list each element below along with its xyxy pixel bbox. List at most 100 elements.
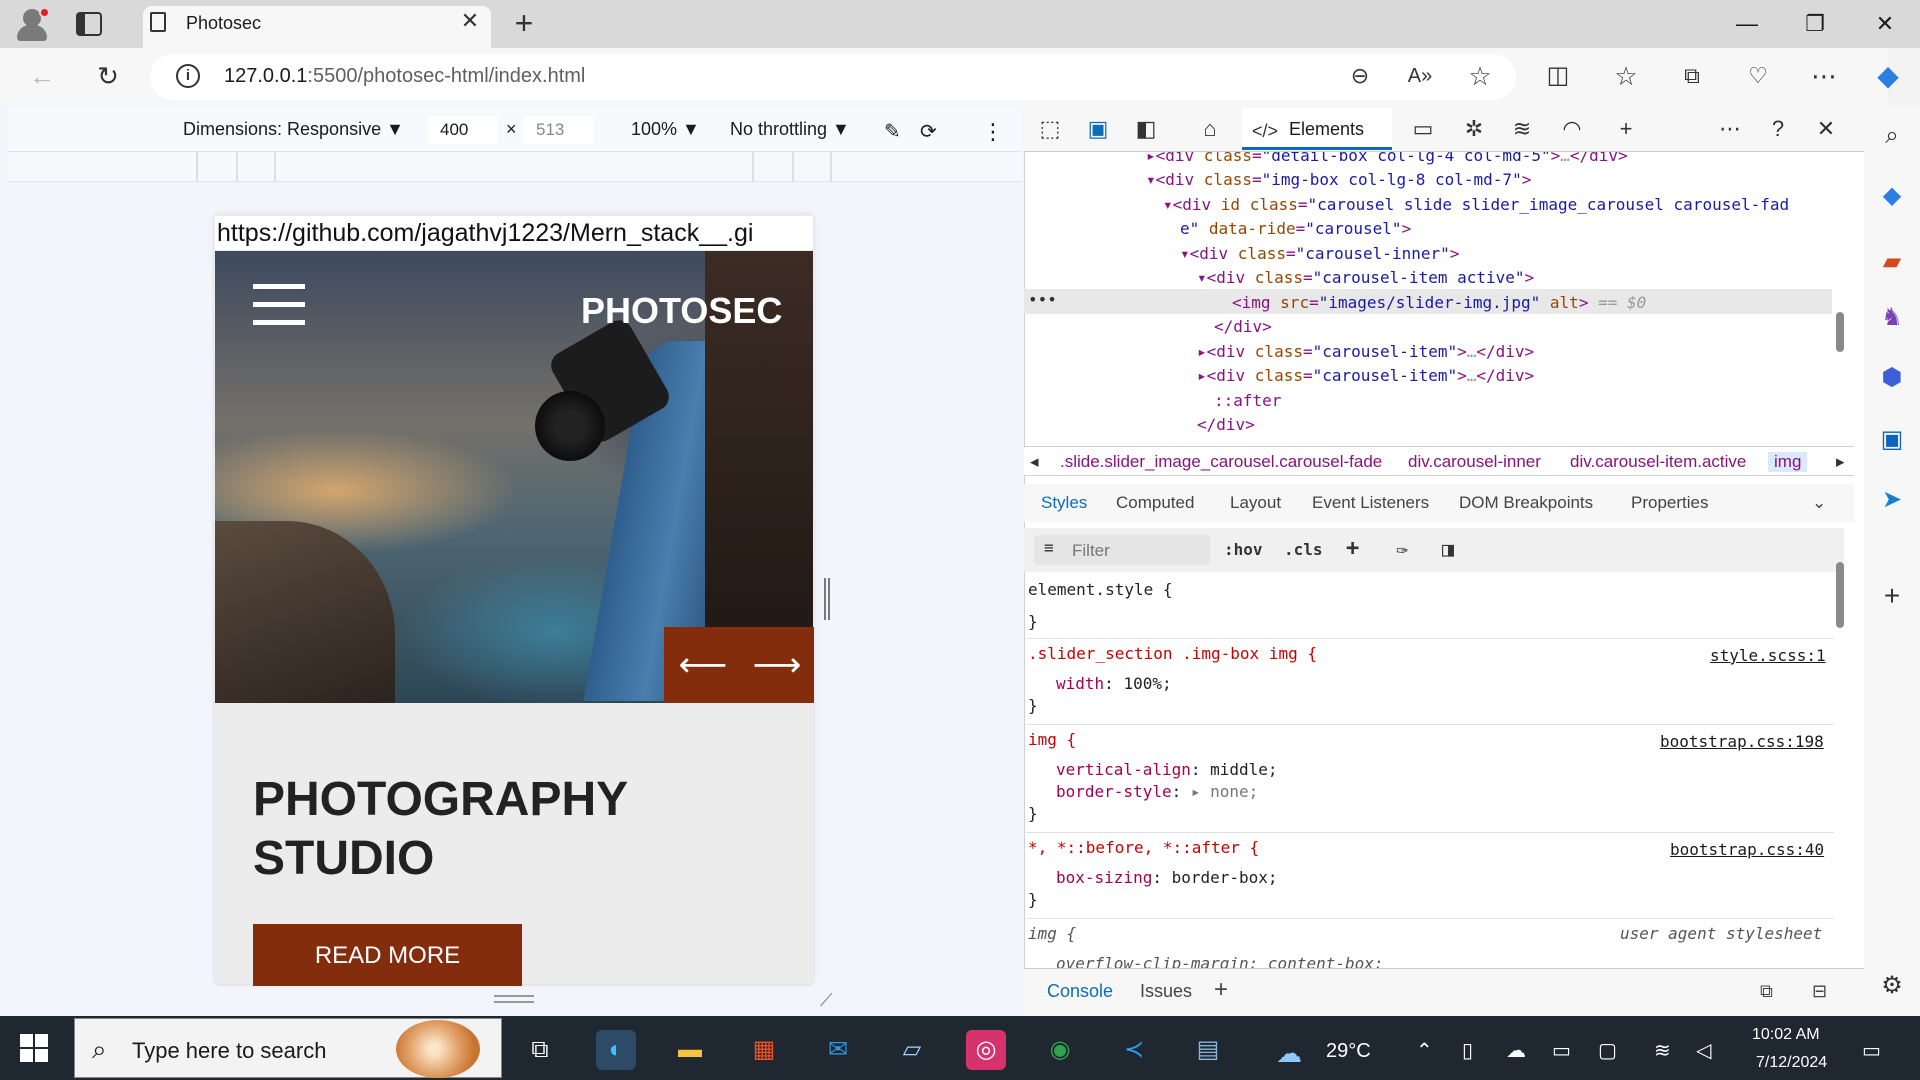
weather-temperature[interactable]: 29°C <box>1326 1040 1371 1063</box>
tab-console[interactable]: Console <box>1047 981 1113 1002</box>
undock-drawer-icon[interactable]: ⧉ <box>1760 981 1773 1002</box>
close-drawer-icon[interactable]: ⊟ <box>1812 981 1827 1002</box>
rule-selector[interactable]: .slider_section .img-box img { <box>1028 644 1317 663</box>
tab-actions-icon[interactable] <box>76 12 102 36</box>
welcome-home-icon[interactable]: ⌂ <box>1194 114 1226 144</box>
tray-overflow-chevron-icon[interactable]: ⌃ <box>1416 1038 1433 1063</box>
site-info-icon[interactable]: i <box>176 64 200 88</box>
taskbar-mail-icon[interactable]: ✉ <box>818 1030 858 1070</box>
height-input[interactable]: 513 <box>524 116 594 144</box>
device-emulation-icon[interactable]: ▣ <box>1082 114 1114 144</box>
device-more-icon[interactable]: ⋮ <box>982 119 1004 145</box>
css-declaration[interactable]: box-sizing: border-box; <box>1056 868 1278 887</box>
toggle-sidebar-icon[interactable]: ◨ <box>1442 537 1454 561</box>
dom-node[interactable]: ▾<div class="carousel-item active"> <box>1197 266 1534 291</box>
tab-styles[interactable]: Styles <box>1041 493 1087 513</box>
profile-avatar-icon[interactable] <box>14 6 50 42</box>
source-link[interactable]: style.scss:1 <box>1710 646 1826 665</box>
favorites-icon[interactable]: ☆ <box>1608 58 1644 94</box>
read-more-button[interactable]: READ MORE <box>253 924 522 986</box>
dom-node-more-icon[interactable]: ••• <box>1028 288 1057 313</box>
css-declaration[interactable]: width: 100%; <box>1056 674 1172 693</box>
url-text[interactable]: 127.0.0.1:5500/photosec-html/index.html <box>224 65 585 88</box>
taskbar-store-icon[interactable]: ▦ <box>744 1030 784 1070</box>
sidebar-add-icon[interactable]: + <box>1874 578 1910 614</box>
close-window-button[interactable]: ✕ <box>1865 8 1905 40</box>
dom-node[interactable]: ::after <box>1214 389 1281 414</box>
throttling-dropdown[interactable]: No throttling ▼ <box>730 119 850 140</box>
console-icon[interactable]: ▭ <box>1407 114 1439 144</box>
notifications-icon[interactable]: ▭ <box>1862 1038 1881 1063</box>
tab-dom-breakpoints[interactable]: DOM Breakpoints <box>1459 493 1593 513</box>
sidebar-shopping-icon[interactable]: ◆ <box>1874 178 1910 214</box>
subtabs-overflow-chevron-icon[interactable]: ⌄ <box>1812 493 1826 513</box>
read-aloud-icon[interactable]: A» <box>1402 58 1438 94</box>
breadcrumb-item[interactable]: .slide.slider_image_carousel.carousel-fa… <box>1060 452 1382 472</box>
tab-issues[interactable]: Issues <box>1140 981 1192 1002</box>
rule-selector[interactable]: *, *::before, *::after { <box>1028 838 1259 857</box>
dom-node[interactable]: </div> <box>1197 413 1255 434</box>
breadcrumb-scroll-left-icon[interactable]: ◂ <box>1030 452 1039 472</box>
css-declaration[interactable]: border-style: ▸ none; <box>1056 782 1258 801</box>
breadcrumb-item[interactable]: div.carousel-inner <box>1408 452 1541 472</box>
zoom-out-icon[interactable]: ⊖ <box>1342 58 1378 94</box>
tray-volume-icon[interactable]: ◁ <box>1696 1038 1711 1063</box>
resize-corner-icon[interactable]: ⟋ <box>820 990 833 1011</box>
refresh-icon[interactable]: ↻ <box>90 58 126 94</box>
sidebar-outlook-icon[interactable]: ▣ <box>1874 422 1910 458</box>
task-view-icon[interactable]: ⧉ <box>520 1030 560 1070</box>
github-link[interactable]: https://github.com/jagathvj1223/Mern_sta… <box>215 216 813 250</box>
tab-properties[interactable]: Properties <box>1631 493 1708 513</box>
taskbar-chrome-icon[interactable]: ◉ <box>1040 1030 1080 1070</box>
rule-selector[interactable]: img { <box>1028 924 1076 943</box>
tab-layout[interactable]: Layout <box>1230 493 1281 513</box>
rule-selector[interactable]: img { <box>1028 730 1076 749</box>
collections-icon[interactable]: ⧉ <box>1674 58 1710 94</box>
drawer-add-tab-button[interactable]: + <box>1214 976 1228 1004</box>
more-tools-add-icon[interactable]: + <box>1610 114 1642 144</box>
taskbar-edge-icon[interactable]: ◐ <box>596 1030 636 1070</box>
rendering-paint-icon[interactable]: ✑ <box>1396 537 1408 561</box>
source-link[interactable]: bootstrap.css:40 <box>1670 840 1824 859</box>
dom-node[interactable]: </div> <box>1214 315 1272 340</box>
taskbar-app-icon[interactable]: ▤ <box>1188 1030 1228 1070</box>
search-highlight-shell-icon[interactable] <box>396 1020 480 1078</box>
hamburger-menu-icon[interactable] <box>253 284 305 326</box>
tab-close-button[interactable]: ✕ <box>458 9 482 33</box>
browser-essentials-icon[interactable]: ♡ <box>1740 58 1776 94</box>
taskbar-file-explorer-icon[interactable]: ▬ <box>670 1030 710 1070</box>
tray-display-icon[interactable]: ▢ <box>1598 1038 1617 1063</box>
disable-touch-icon[interactable]: ✎ <box>884 119 901 144</box>
tray-onedrive-icon[interactable]: ☁ <box>1506 1038 1526 1063</box>
width-input[interactable]: 400 <box>428 116 498 144</box>
minimize-button[interactable]: — <box>1727 8 1767 40</box>
brand-logo[interactable]: PHOTOSEC <box>581 290 782 332</box>
styles-scrollbar[interactable] <box>1836 562 1844 628</box>
sidebar-games-icon[interactable]: ♞ <box>1874 300 1910 336</box>
dom-node[interactable]: ▸<div class="carousel-item">…</div> <box>1197 364 1534 389</box>
tray-battery-icon[interactable]: ▭ <box>1552 1038 1571 1063</box>
tab-computed[interactable]: Computed <box>1116 493 1194 513</box>
dom-node[interactable]: ▸<div class="carousel-item">…</div> <box>1197 340 1534 365</box>
tray-meet-icon[interactable]: ▯ <box>1462 1038 1473 1063</box>
sidebar-send-icon[interactable]: ➤ <box>1874 482 1910 518</box>
sidebar-settings-gear-icon[interactable]: ⚙ <box>1874 968 1910 1004</box>
carousel-next-arrow-icon[interactable]: ⟶ <box>752 640 802 690</box>
dom-node[interactable]: ▸<div class="detail-box col-lg-4 col-md-… <box>1146 152 1628 169</box>
network-wifi-icon[interactable]: ≋ <box>1506 114 1538 144</box>
dom-node[interactable]: ▾<div id class="carousel slide slider_im… <box>1163 193 1789 218</box>
start-windows-icon[interactable] <box>20 1034 48 1062</box>
taskbar-notes-icon[interactable]: ▱ <box>892 1030 932 1070</box>
close-devtools-icon[interactable]: ✕ <box>1810 114 1842 144</box>
breadcrumb-item[interactable]: div.carousel-item.active <box>1570 452 1746 472</box>
taskbar-instagram-icon[interactable]: ◎ <box>966 1030 1006 1070</box>
dom-node[interactable]: ▾<div class="img-box col-lg-8 col-md-7"> <box>1146 168 1531 193</box>
taskbar-vscode-icon[interactable]: ≺ <box>1114 1030 1154 1070</box>
breadcrumb-scroll-right-icon[interactable]: ▸ <box>1836 452 1845 472</box>
inspect-element-icon[interactable]: ⬚ <box>1034 114 1066 144</box>
settings-more-icon[interactable]: ⋯ <box>1806 58 1842 94</box>
favorite-star-icon[interactable]: ☆ <box>1462 58 1498 94</box>
resize-handle-bottom[interactable] <box>494 995 534 1003</box>
new-tab-button[interactable]: + <box>509 7 539 39</box>
back-icon[interactable]: ← <box>24 58 60 94</box>
